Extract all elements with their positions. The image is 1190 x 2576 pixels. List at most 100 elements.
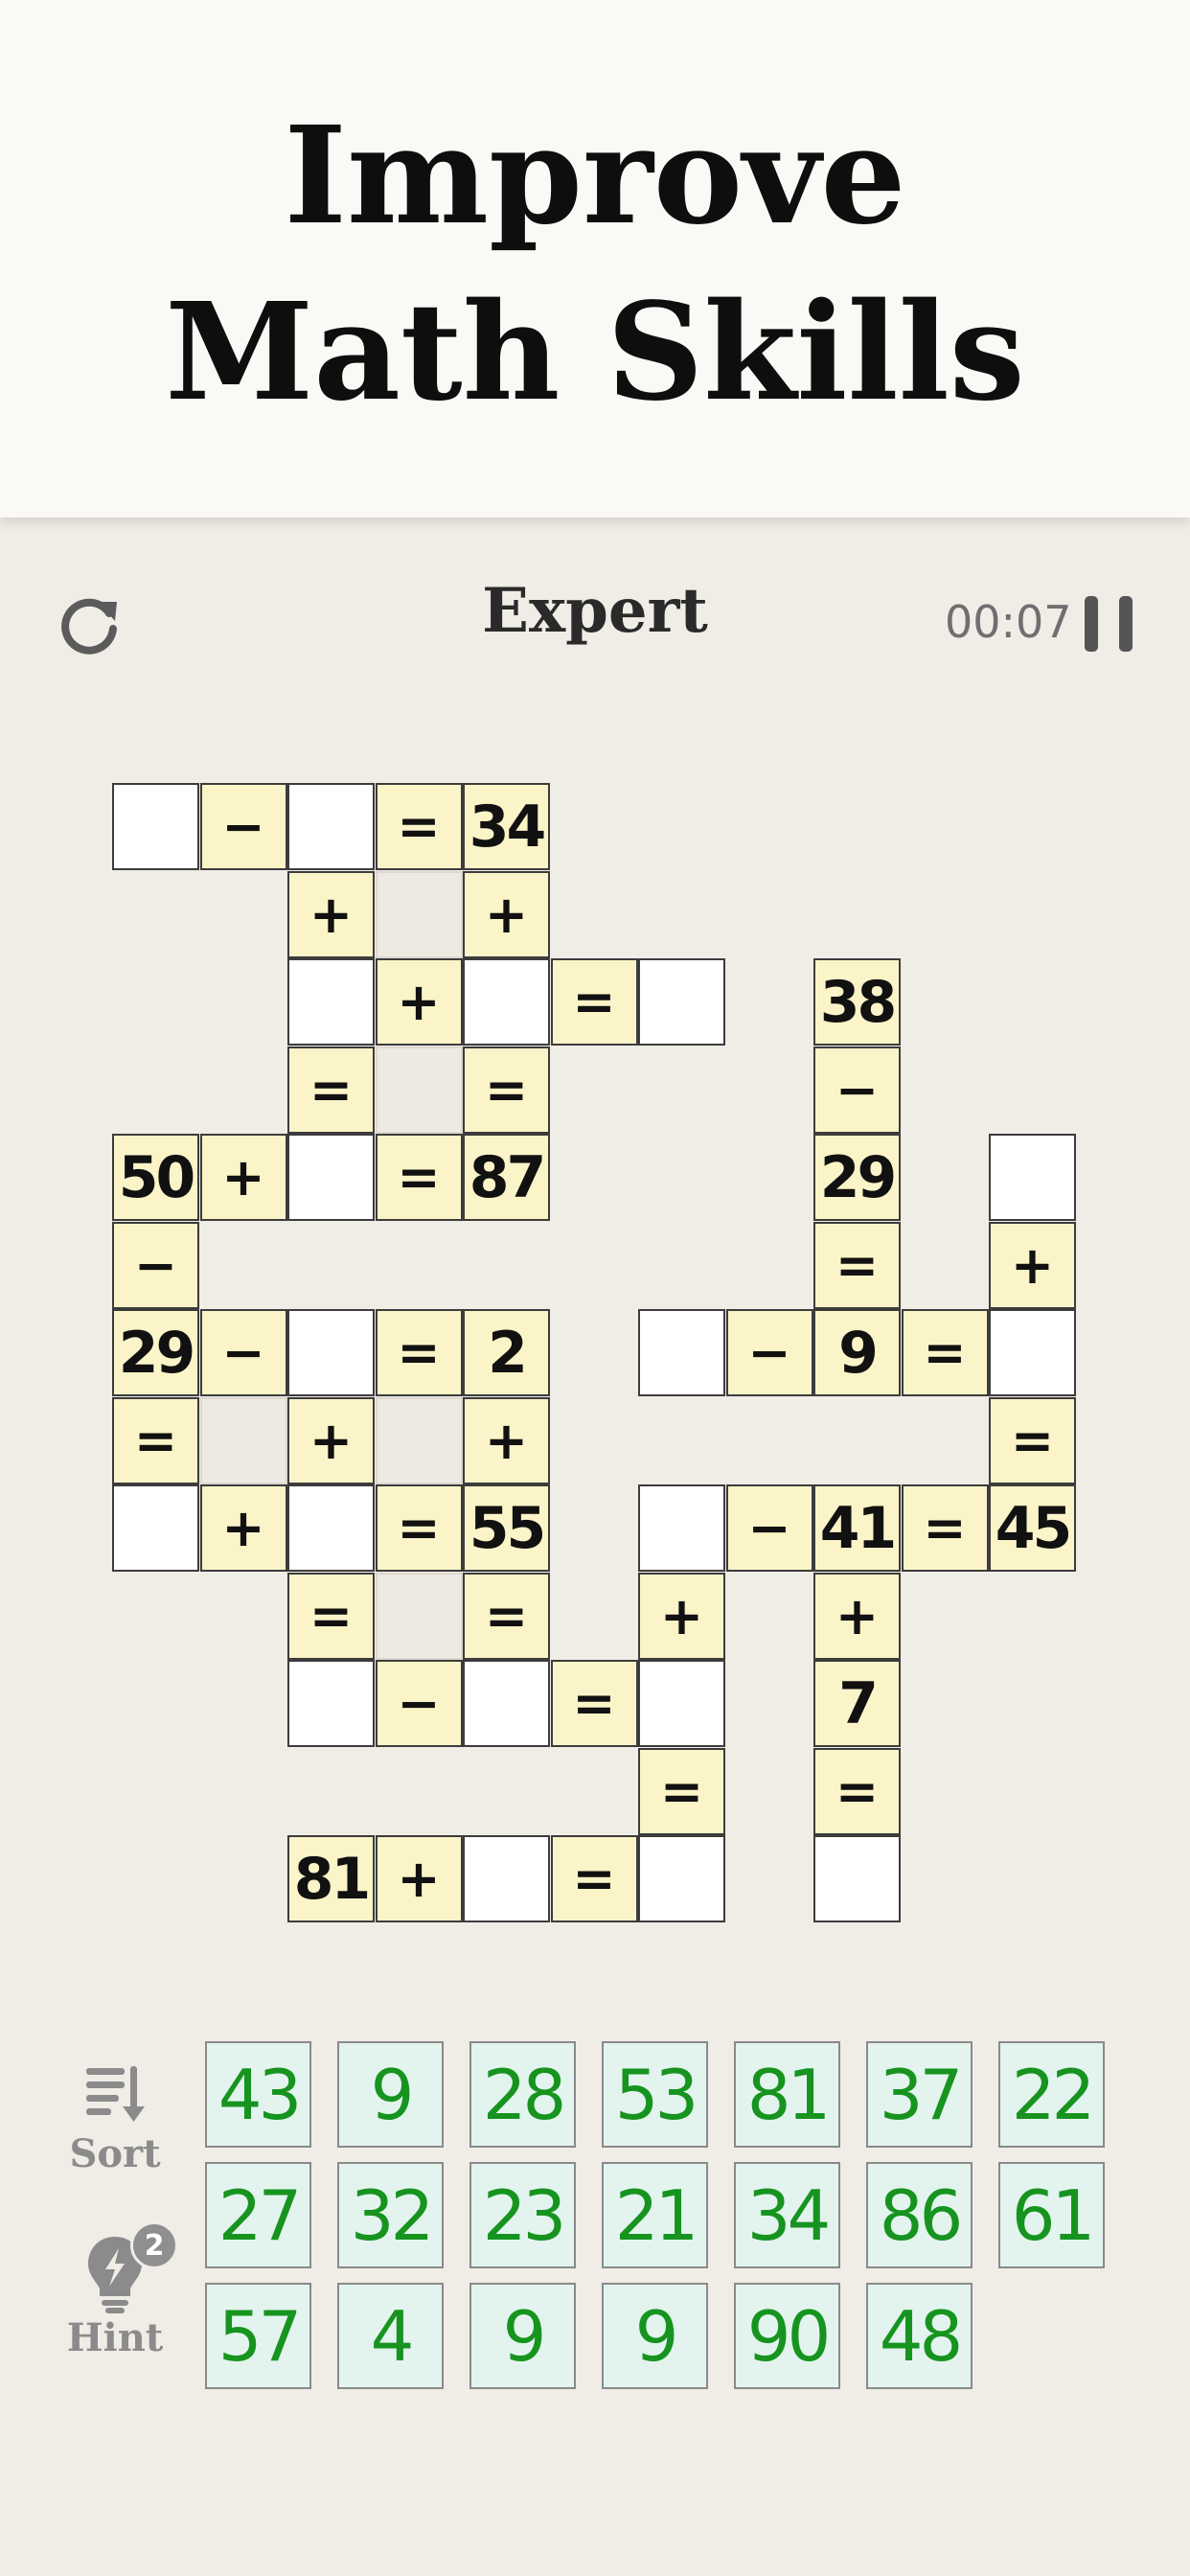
number-tile[interactable]: 27 bbox=[205, 2162, 311, 2268]
operator-cell: + bbox=[375, 958, 463, 1046]
empty-cell[interactable] bbox=[813, 1835, 901, 1922]
filler-cell bbox=[375, 1396, 463, 1484]
operator-cell: = bbox=[638, 1747, 725, 1835]
operator-cell: = bbox=[813, 1221, 901, 1309]
number-tile[interactable]: 32 bbox=[337, 2162, 444, 2268]
filler-cell bbox=[199, 1396, 287, 1484]
operator-cell: + bbox=[463, 870, 550, 958]
empty-cell[interactable] bbox=[112, 1484, 199, 1572]
empty-cell[interactable] bbox=[638, 1309, 725, 1396]
banner-title-line-1: Improve bbox=[284, 98, 906, 255]
number-tile[interactable]: 22 bbox=[998, 2041, 1105, 2148]
number-tile[interactable]: 21 bbox=[602, 2162, 708, 2268]
operator-cell: = bbox=[901, 1484, 989, 1572]
clue-number-cell: 41 bbox=[813, 1484, 901, 1572]
number-tile[interactable]: 4 bbox=[337, 2283, 444, 2389]
empty-cell[interactable] bbox=[638, 1660, 725, 1747]
timer: 00:07 bbox=[945, 596, 1072, 648]
operator-cell: = bbox=[989, 1396, 1076, 1484]
operator-cell: + bbox=[199, 1484, 287, 1572]
filler-cell bbox=[375, 1046, 463, 1134]
empty-cell[interactable] bbox=[287, 1309, 375, 1396]
number-tile[interactable]: 9 bbox=[337, 2041, 444, 2148]
operator-cell: − bbox=[725, 1484, 813, 1572]
number-tile[interactable]: 81 bbox=[734, 2041, 840, 2148]
number-tile[interactable]: 34 bbox=[734, 2162, 840, 2268]
clue-number-cell: 7 bbox=[813, 1660, 901, 1747]
number-tile[interactable]: 86 bbox=[866, 2162, 973, 2268]
hint-count-badge: 2 bbox=[130, 2221, 178, 2269]
clue-number-cell: 29 bbox=[813, 1134, 901, 1221]
number-tile[interactable]: 90 bbox=[734, 2283, 840, 2389]
empty-cell[interactable] bbox=[463, 1835, 550, 1922]
number-tile[interactable]: 57 bbox=[205, 2283, 311, 2389]
empty-cell[interactable] bbox=[638, 1484, 725, 1572]
clue-number-cell: 55 bbox=[463, 1484, 550, 1572]
empty-cell[interactable] bbox=[463, 1660, 550, 1747]
operator-cell: = bbox=[463, 1572, 550, 1660]
empty-cell[interactable] bbox=[287, 1660, 375, 1747]
operator-cell: = bbox=[375, 1134, 463, 1221]
sort-icon bbox=[86, 2066, 145, 2122]
number-tile[interactable]: 9 bbox=[602, 2283, 708, 2389]
empty-cell[interactable] bbox=[287, 1484, 375, 1572]
number-tile[interactable]: 43 bbox=[205, 2041, 311, 2148]
operator-cell: + bbox=[638, 1572, 725, 1660]
promo-banner: Improve Math Skills bbox=[0, 0, 1190, 518]
operator-cell: − bbox=[375, 1660, 463, 1747]
empty-cell[interactable] bbox=[287, 1134, 375, 1221]
operator-cell: + bbox=[287, 870, 375, 958]
hint-label: Hint bbox=[66, 2315, 164, 2360]
empty-cell[interactable] bbox=[989, 1134, 1076, 1221]
operator-cell: = bbox=[375, 783, 463, 870]
filler-cell bbox=[375, 870, 463, 958]
operator-cell: − bbox=[199, 1309, 287, 1396]
empty-cell[interactable] bbox=[112, 783, 199, 870]
clue-number-cell: 34 bbox=[463, 783, 550, 870]
empty-cell[interactable] bbox=[638, 958, 725, 1046]
number-tile[interactable]: 61 bbox=[998, 2162, 1105, 2268]
operator-cell: + bbox=[813, 1572, 901, 1660]
operator-cell: = bbox=[550, 1660, 638, 1747]
operator-cell: − bbox=[199, 783, 287, 870]
operator-cell: + bbox=[375, 1835, 463, 1922]
empty-cell[interactable] bbox=[638, 1835, 725, 1922]
empty-cell[interactable] bbox=[287, 783, 375, 870]
operator-cell: = bbox=[550, 958, 638, 1046]
operator-cell: − bbox=[813, 1046, 901, 1134]
operator-cell: = bbox=[287, 1046, 375, 1134]
empty-cell[interactable] bbox=[463, 958, 550, 1046]
filler-cell bbox=[375, 1572, 463, 1660]
clue-number-cell: 50 bbox=[112, 1134, 199, 1221]
operator-cell: = bbox=[375, 1484, 463, 1572]
operator-cell: + bbox=[199, 1134, 287, 1221]
number-tile[interactable]: 53 bbox=[602, 2041, 708, 2148]
number-tile[interactable]: 23 bbox=[469, 2162, 576, 2268]
operator-cell: − bbox=[725, 1309, 813, 1396]
clue-number-cell: 29 bbox=[112, 1309, 199, 1396]
empty-cell[interactable] bbox=[989, 1309, 1076, 1396]
operator-cell: = bbox=[901, 1309, 989, 1396]
operator-cell: = bbox=[550, 1835, 638, 1922]
empty-cell[interactable] bbox=[287, 958, 375, 1046]
operator-cell: = bbox=[375, 1309, 463, 1396]
operator-cell: + bbox=[287, 1396, 375, 1484]
operator-cell: + bbox=[463, 1396, 550, 1484]
number-tile[interactable]: 9 bbox=[469, 2283, 576, 2389]
number-tile[interactable]: 37 bbox=[866, 2041, 973, 2148]
clue-number-cell: 87 bbox=[463, 1134, 550, 1221]
clue-number-cell: 81 bbox=[287, 1835, 375, 1922]
operator-cell: + bbox=[989, 1221, 1076, 1309]
clue-number-cell: 45 bbox=[989, 1484, 1076, 1572]
operator-cell: − bbox=[112, 1221, 199, 1309]
operator-cell: = bbox=[287, 1572, 375, 1660]
operator-cell: = bbox=[463, 1046, 550, 1134]
number-tile[interactable]: 28 bbox=[469, 2041, 576, 2148]
pause-icon[interactable] bbox=[1083, 596, 1134, 652]
banner-title-line-2: Math Skills bbox=[165, 274, 1025, 431]
operator-cell: = bbox=[112, 1396, 199, 1484]
clue-number-cell: 9 bbox=[813, 1309, 901, 1396]
sort-label: Sort bbox=[69, 2131, 161, 2176]
clue-number-cell: 38 bbox=[813, 958, 901, 1046]
number-tile[interactable]: 48 bbox=[866, 2283, 973, 2389]
